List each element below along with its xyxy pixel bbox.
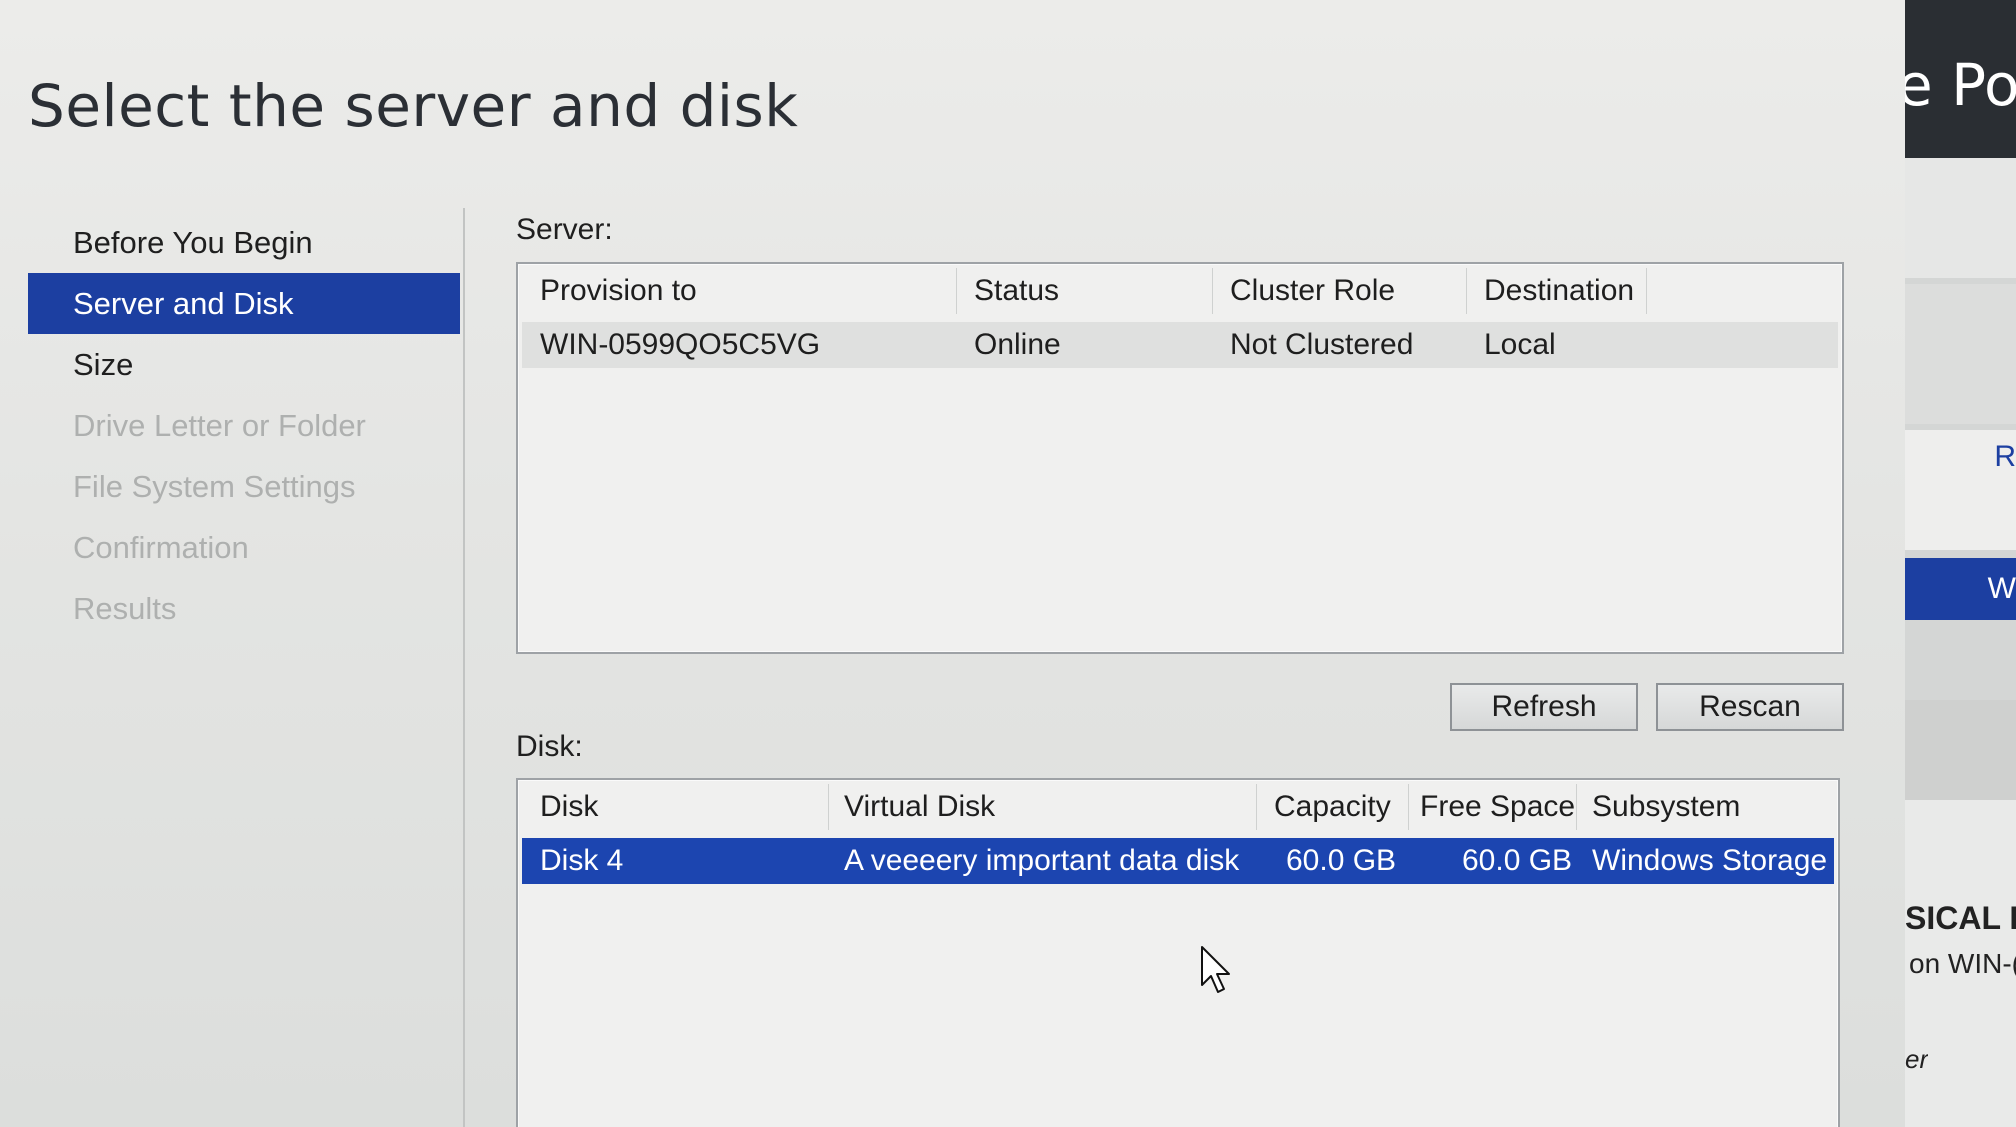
background-window-panel-2: [1905, 284, 2016, 424]
cell-disk: Disk 4: [540, 844, 624, 877]
disk-row-selected[interactable]: Disk 4 A veeeery important data disk 60.…: [522, 838, 1834, 884]
background-window-titlebar: e Poo: [1905, 0, 2016, 158]
column-header-free-space[interactable]: Free Space: [1420, 790, 1575, 824]
column-header-status[interactable]: Status: [974, 274, 1059, 308]
column-separator[interactable]: [1466, 268, 1467, 314]
rescan-button[interactable]: Rescan: [1656, 683, 1844, 731]
nav-step-label: Results: [73, 591, 177, 626]
nav-divider: [463, 208, 465, 1127]
column-header-destination[interactable]: Destination: [1484, 274, 1634, 308]
column-separator[interactable]: [1646, 268, 1647, 314]
nav-step-label: Drive Letter or Folder: [73, 408, 366, 443]
column-separator[interactable]: [956, 268, 957, 314]
nav-step-size[interactable]: Size: [28, 334, 460, 395]
server-section-label: Server:: [516, 213, 613, 246]
nav-step-drive-letter-or-folder: Drive Letter or Folder: [28, 395, 460, 456]
cell-capacity: 60.0 GB: [1286, 844, 1397, 877]
background-window-heading: SICAL D: [1905, 900, 2016, 936]
column-header-cluster-role[interactable]: Cluster Role: [1230, 274, 1395, 308]
server-grid-header: Provision to Status Cluster Role Destina…: [518, 264, 1842, 320]
disk-grid: Disk Virtual Disk Capacity Free Space Su…: [516, 778, 1840, 1127]
column-header-disk[interactable]: Disk: [540, 790, 598, 824]
background-window-panel-4: [1905, 700, 2016, 800]
nav-step-before-you-begin[interactable]: Before You Begin: [28, 212, 460, 273]
column-separator[interactable]: [1576, 784, 1577, 830]
background-window-subheading: on WIN-(: [1909, 948, 2016, 979]
nav-step-results: Results: [28, 578, 460, 639]
nav-step-label: Before You Begin: [73, 225, 313, 260]
background-window-panel-3: R: [1905, 430, 2016, 550]
column-header-virtual-disk[interactable]: Virtual Disk: [844, 790, 995, 824]
server-grid: Provision to Status Cluster Role Destina…: [516, 262, 1844, 654]
background-window-footer-text: er: [1905, 1044, 1929, 1074]
nav-step-label: Size: [73, 347, 134, 382]
cell-destination: Local: [1484, 328, 1556, 361]
background-window-panel-1: [1905, 158, 2016, 278]
column-header-capacity[interactable]: Capacity: [1274, 790, 1391, 824]
cell-free-space: 60.0 GB: [1462, 844, 1573, 877]
column-separator[interactable]: [1256, 784, 1257, 830]
cell-status: Online: [974, 328, 1061, 361]
background-window-panel-5: SICAL D on WIN-( er: [1905, 800, 2016, 1127]
nav-step-confirmation: Confirmation: [28, 517, 460, 578]
column-separator[interactable]: [1408, 784, 1409, 830]
disk-section-label: Disk:: [516, 730, 583, 763]
cell-virtual-disk: A veeeery important data disk: [844, 844, 1240, 877]
cell-subsystem: Windows Storage: [1592, 844, 1828, 877]
column-separator[interactable]: [828, 784, 829, 830]
column-header-subsystem[interactable]: Subsystem: [1592, 790, 1740, 824]
nav-step-server-and-disk[interactable]: Server and Disk: [28, 273, 460, 334]
cell-provision-to: WIN-0599QO5C5VG: [540, 328, 821, 361]
nav-step-label: Server and Disk: [73, 286, 294, 321]
nav-step-file-system-settings: File System Settings: [28, 456, 460, 517]
server-row[interactable]: WIN-0599QO5C5VG Online Not Clustered Loc…: [522, 322, 1838, 368]
nav-step-label: File System Settings: [73, 469, 356, 504]
refresh-button[interactable]: Refresh: [1450, 683, 1638, 731]
background-window-title: e Poo: [1905, 51, 2016, 119]
mouse-pointer-icon: [1201, 946, 1230, 993]
nav-step-label: Confirmation: [73, 530, 249, 565]
cell-cluster-role: Not Clustered: [1230, 328, 1414, 361]
background-window-link[interactable]: R: [1994, 440, 2016, 474]
column-separator[interactable]: [1212, 268, 1213, 314]
new-volume-wizard: Select the server and disk Before You Be…: [0, 0, 1905, 1127]
wizard-steps-nav: Before You Begin Server and Disk Size Dr…: [28, 212, 460, 639]
background-window-selected-row: W: [1897, 558, 2016, 620]
disk-grid-header: Disk Virtual Disk Capacity Free Space Su…: [518, 780, 1838, 836]
column-header-provision-to[interactable]: Provision to: [540, 274, 697, 308]
page-title: Select the server and disk: [28, 72, 799, 140]
background-window-selected-text: W: [1987, 572, 2016, 605]
